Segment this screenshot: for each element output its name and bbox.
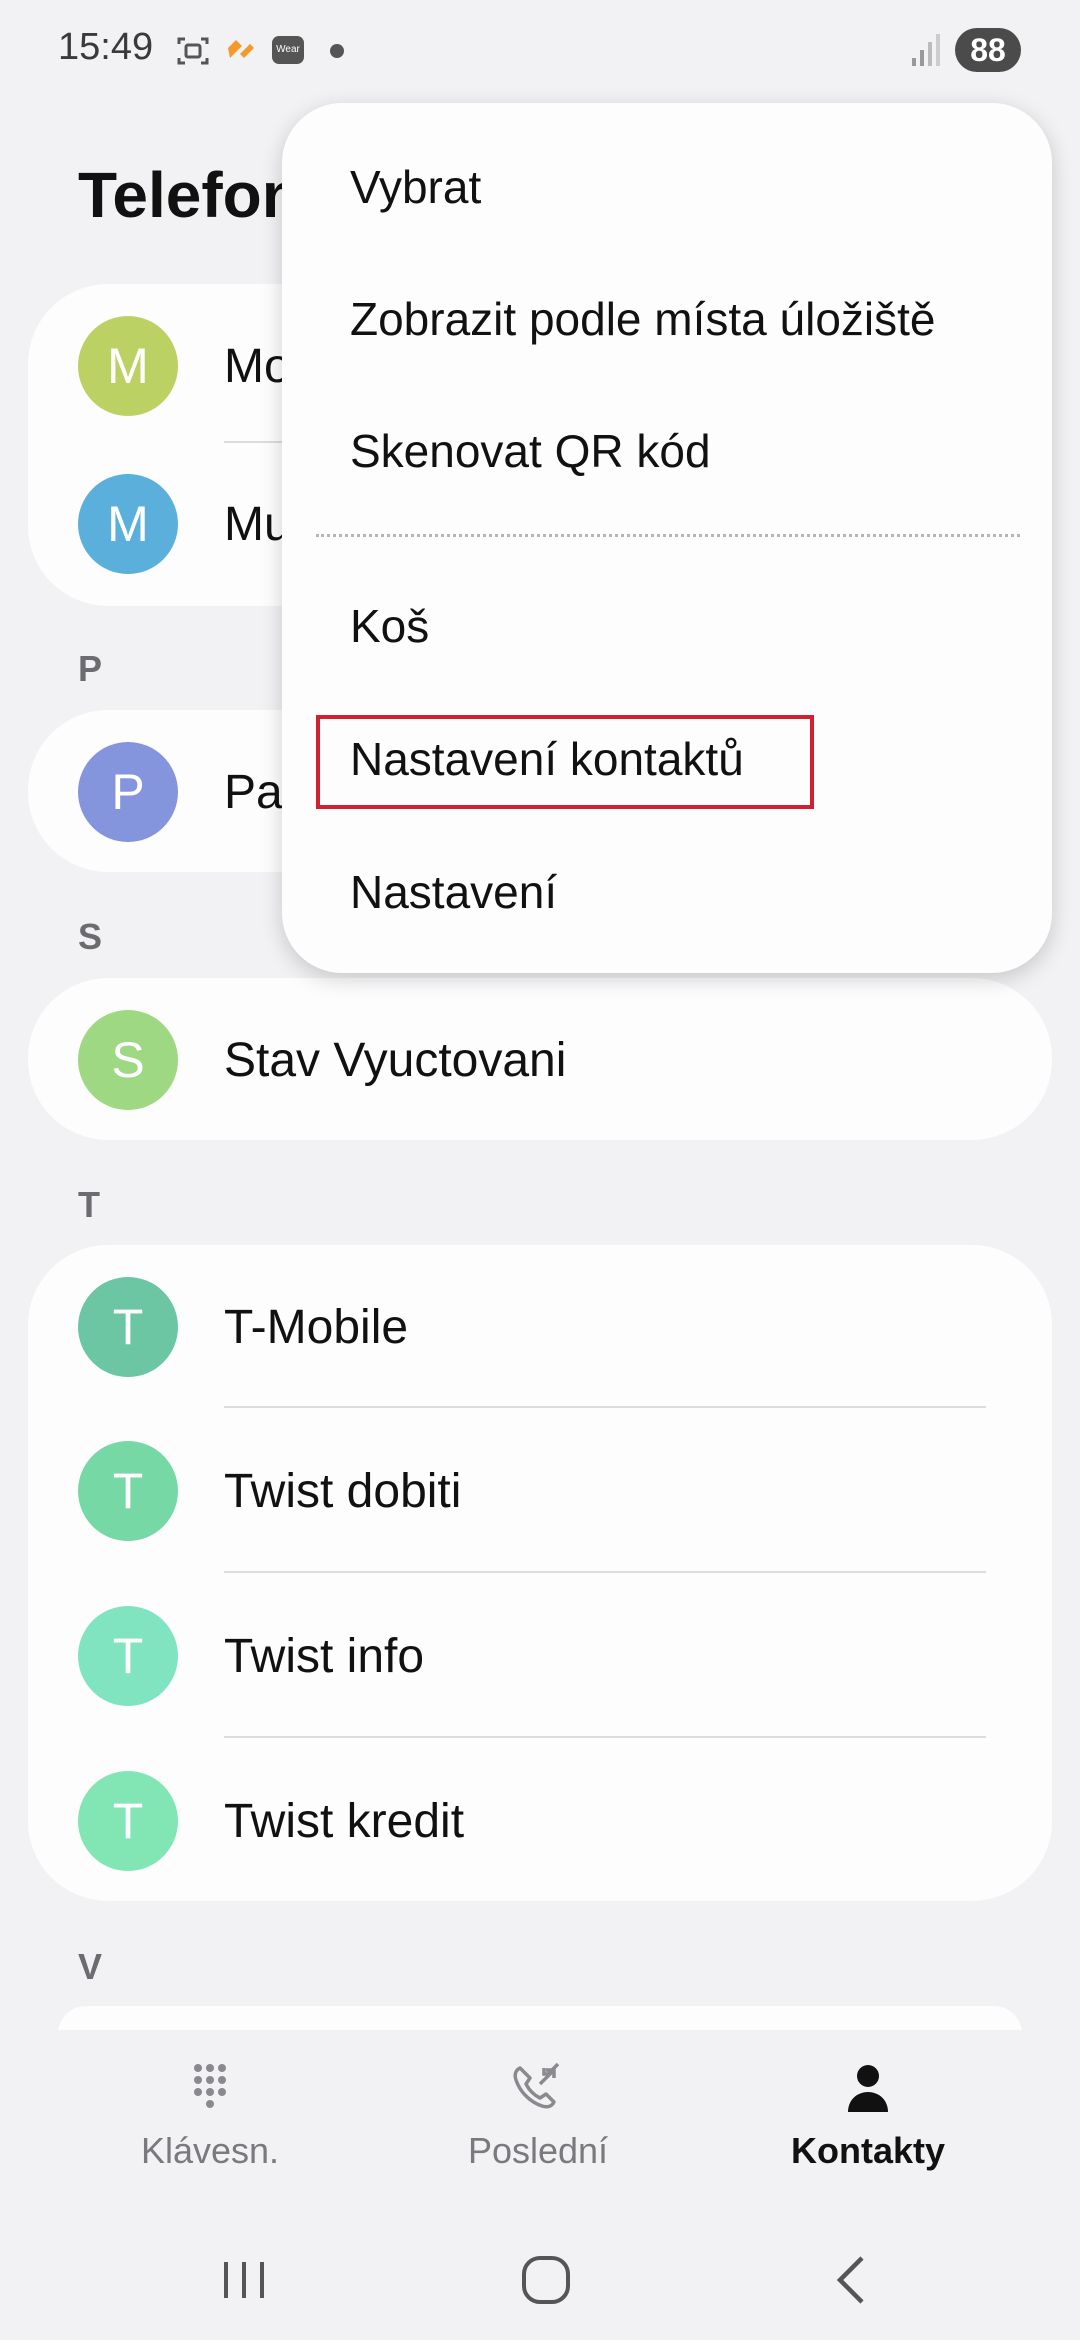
contact-group-card: S Stav Vyuctovani xyxy=(28,978,1052,1140)
avatar: M xyxy=(78,316,178,416)
avatar: T xyxy=(78,1441,178,1541)
contacts-icon xyxy=(836,2060,900,2120)
divider xyxy=(224,1736,986,1738)
dialpad-icon xyxy=(178,2060,242,2120)
notification-dot-icon xyxy=(330,44,344,58)
contact-group-card: T T-Mobile T Twist dobiti T Twist info T… xyxy=(28,1245,1052,1901)
list-item[interactable]: T Twist dobiti xyxy=(28,1409,1052,1574)
avatar: T xyxy=(78,1771,178,1871)
contact-name: Mo xyxy=(224,340,291,393)
contact-name: Mu xyxy=(224,498,291,551)
list-item[interactable]: T Twist kredit xyxy=(28,1739,1052,1901)
system-nav xyxy=(0,2210,1080,2340)
section-letter: S xyxy=(78,916,103,957)
recent-calls-icon xyxy=(506,2060,570,2120)
wear-icon: Wear xyxy=(272,36,304,64)
status-time: 15:49 xyxy=(58,26,154,68)
list-item[interactable]: T Twist info xyxy=(28,1574,1052,1739)
page-title: Telefon xyxy=(78,159,301,231)
contact-name: Twist kredit xyxy=(224,1795,465,1848)
avatar: P xyxy=(78,742,178,842)
nav-label: Poslední xyxy=(467,2130,609,2171)
home-icon[interactable] xyxy=(516,2250,576,2310)
divider xyxy=(224,1571,986,1573)
menu-item-view-by-storage[interactable]: Zobrazit podle místa úložiště xyxy=(350,292,936,346)
contact-name: Pa xyxy=(224,766,283,819)
nav-label: Kontakty xyxy=(790,2130,946,2171)
overflow-menu: Vybrat Zobrazit podle místa úložiště Ske… xyxy=(282,103,1052,973)
tab-recent[interactable]: Poslední xyxy=(388,2030,688,2190)
recents-icon[interactable] xyxy=(214,2250,274,2310)
contact-name: Twist info xyxy=(224,1630,425,1683)
menu-item-settings[interactable]: Nastavení xyxy=(350,865,557,919)
contact-name: T-Mobile xyxy=(224,1301,409,1354)
tab-contacts[interactable]: Kontakty xyxy=(718,2030,1018,2190)
hearts-icon xyxy=(224,34,258,68)
divider xyxy=(224,1406,986,1408)
menu-item-scan-qr[interactable]: Skenovat QR kód xyxy=(350,424,711,478)
section-letter: T xyxy=(78,1184,100,1225)
list-item[interactable]: S Stav Vyuctovani xyxy=(28,978,1052,1140)
back-icon[interactable] xyxy=(822,2250,882,2310)
contact-name: Twist dobiti xyxy=(224,1465,462,1518)
avatar: S xyxy=(78,1010,178,1110)
contact-name: Stav Vyuctovani xyxy=(224,1034,567,1087)
avatar: T xyxy=(78,1277,178,1377)
menu-divider xyxy=(316,534,1020,537)
status-bar: 15:49 Wear 88 xyxy=(0,0,1080,100)
screenshot-icon xyxy=(176,34,210,68)
list-item[interactable]: T T-Mobile xyxy=(28,1245,1052,1410)
menu-item-contact-settings[interactable]: Nastavení kontaktů xyxy=(350,732,744,786)
section-letter: P xyxy=(78,648,103,689)
tab-keypad[interactable]: Klávesn. xyxy=(60,2030,360,2190)
menu-item-trash[interactable]: Koš xyxy=(350,599,429,653)
menu-item-select[interactable]: Vybrat xyxy=(350,160,481,214)
avatar: T xyxy=(78,1606,178,1706)
signal-icon xyxy=(910,30,942,73)
section-letter: V xyxy=(78,1946,103,1987)
bottom-nav: Klávesn. Poslední Kontakty xyxy=(0,2030,1080,2190)
avatar: M xyxy=(78,474,178,574)
battery-icon: 88 xyxy=(955,28,1021,72)
nav-label: Klávesn. xyxy=(140,2130,280,2171)
